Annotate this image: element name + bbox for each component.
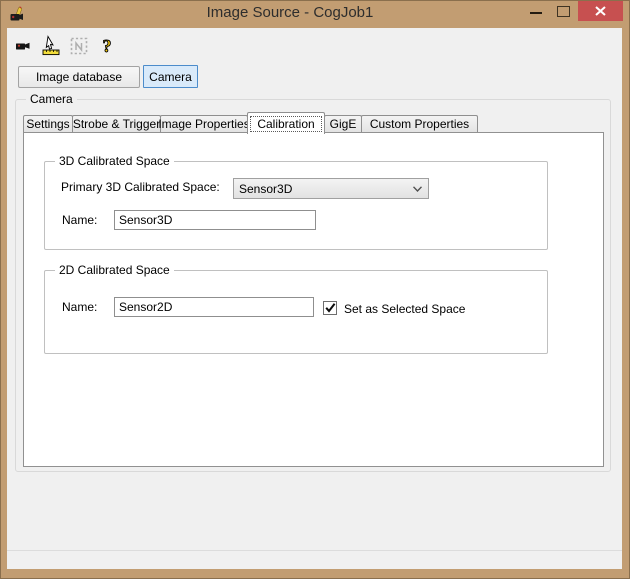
3d-name-label: Name: bbox=[62, 213, 98, 227]
statusbar-separator bbox=[7, 550, 622, 551]
set-as-selected-space-checkbox-label: Set as Selected Space bbox=[344, 302, 466, 316]
camera-tab-strip: Settings Strobe & Trigger Image Properti… bbox=[23, 112, 478, 134]
toolbar: ? bbox=[11, 33, 123, 59]
3d-calibrated-space-groupbox: 3D Calibrated Space bbox=[44, 154, 548, 250]
2d-name-label: Name: bbox=[62, 300, 98, 314]
tab-image-properties-label: Image Properties bbox=[158, 117, 250, 131]
calibration-tab-page: 3D Calibrated Space Primary 3D Calibrate… bbox=[23, 132, 604, 467]
chevron-down-icon bbox=[413, 186, 422, 192]
minimize-button[interactable] bbox=[521, 0, 551, 22]
maximize-icon bbox=[557, 5, 570, 17]
acquire-image-button[interactable] bbox=[11, 34, 35, 58]
tab-strobe-trigger[interactable]: Strobe & Trigger bbox=[72, 115, 161, 132]
window-title: Image Source - CogJob1 bbox=[206, 4, 374, 21]
maximize-button[interactable] bbox=[551, 0, 576, 22]
primary-3d-space-dropdown[interactable]: Sensor3D bbox=[233, 178, 429, 199]
camera-button-label: Camera bbox=[149, 69, 192, 84]
2d-name-input[interactable] bbox=[114, 297, 314, 317]
region-tool-button bbox=[67, 34, 91, 58]
dashed-region-icon bbox=[70, 37, 88, 55]
help-button[interactable]: ? bbox=[95, 34, 119, 58]
tab-calibration[interactable]: Calibration bbox=[247, 112, 325, 134]
tab-settings[interactable]: Settings bbox=[23, 115, 73, 132]
camera-button[interactable]: Camera bbox=[143, 65, 198, 88]
tab-gige-label: GigE bbox=[329, 117, 357, 131]
calibration-tool-button[interactable] bbox=[39, 34, 63, 58]
primary-3d-space-dropdown-value: Sensor3D bbox=[239, 181, 293, 196]
image-source-window: Image Source - CogJob1 ? Image database … bbox=[0, 0, 630, 579]
tab-settings-label: Settings bbox=[26, 117, 70, 131]
help-icon: ? bbox=[103, 36, 112, 56]
minimize-icon bbox=[530, 12, 542, 14]
image-database-button[interactable]: Image database bbox=[18, 66, 140, 88]
tab-custom-properties-label: Custom Properties bbox=[369, 117, 470, 131]
camera-groupbox-label: Camera bbox=[26, 92, 77, 106]
tab-custom-properties[interactable]: Custom Properties bbox=[361, 115, 478, 132]
3d-calibrated-space-label: 3D Calibrated Space bbox=[55, 154, 174, 168]
primary-3d-space-label: Primary 3D Calibrated Space: bbox=[61, 180, 220, 194]
camera-icon bbox=[16, 42, 30, 50]
checkbox-check-icon bbox=[324, 303, 335, 313]
3d-name-input[interactable] bbox=[114, 210, 316, 230]
window-icon camera-pen-icon bbox=[9, 5, 27, 23]
image-database-button-label: Image database bbox=[35, 70, 123, 84]
close-x-icon bbox=[595, 6, 606, 16]
2d-calibrated-space-label: 2D Calibrated Space bbox=[55, 263, 174, 277]
titlebar: Image Source - CogJob1 bbox=[0, 0, 630, 28]
tab-gige[interactable]: GigE bbox=[324, 115, 362, 132]
tab-focus-ring bbox=[250, 116, 322, 132]
tab-image-properties[interactable]: Image Properties bbox=[158, 115, 250, 132]
tab-strobe-trigger-label: Strobe & Trigger bbox=[72, 117, 161, 131]
close-button[interactable] bbox=[578, 1, 623, 21]
set-as-selected-space-checkbox[interactable] bbox=[323, 301, 337, 315]
pointer-ruler-icon bbox=[42, 35, 60, 56]
client-area: ? Image database Camera Camera Settings … bbox=[7, 28, 622, 569]
